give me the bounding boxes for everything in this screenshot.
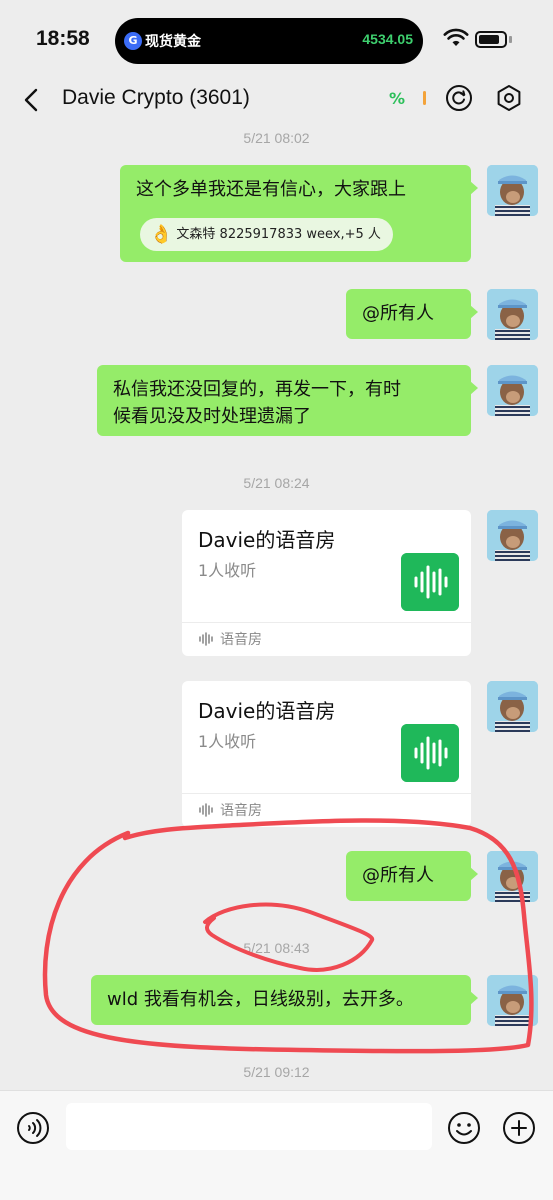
battery-icon (475, 31, 507, 48)
message-bubble[interactable]: wld 我看有机会，日线级别，去开多。 (91, 975, 478, 1025)
orange-indicator (423, 91, 426, 105)
input-bar (0, 1090, 553, 1200)
reaction-chip[interactable]: 👌 文森特 8225917833 weex,+5 人 (140, 218, 393, 251)
avatar[interactable] (487, 851, 538, 902)
wifi-icon (443, 28, 469, 46)
refresh-icon[interactable] (444, 83, 474, 113)
timestamp: 5/21 08:02 (243, 130, 310, 146)
voice-room-card[interactable]: Davie的语音房 1人收听 语音房 (182, 510, 471, 656)
message-text: wld 我看有机会，日线级别，去开多。 (107, 989, 414, 1010)
message-input[interactable] (66, 1103, 432, 1150)
chat-header: Davie Crypto (3601) % (0, 74, 553, 126)
ok-hand-icon: 👌 (150, 224, 173, 245)
card-divider (182, 793, 471, 794)
emoji-icon[interactable] (447, 1111, 481, 1145)
avatar[interactable] (487, 365, 538, 416)
voice-small-icon (199, 803, 213, 817)
ape-avatar-icon (487, 289, 538, 340)
timestamp: 5/21 08:43 (243, 940, 310, 956)
status-time: 18:58 (36, 27, 90, 50)
voice-room-card[interactable]: Davie的语音房 1人收听 语音房 (182, 681, 471, 827)
timestamp: 5/21 09:12 (243, 1064, 310, 1080)
listener-count: 1人收听 (198, 561, 257, 580)
ape-avatar-icon (487, 975, 538, 1026)
plus-icon[interactable] (502, 1111, 536, 1145)
ape-avatar-icon (487, 681, 538, 732)
avatar[interactable] (487, 165, 538, 216)
message-text: @所有人 (362, 303, 434, 324)
ape-avatar-icon (487, 851, 538, 902)
message-text-line: 私信我还没回复的，再发一下，有时 (113, 379, 401, 400)
status-bar: 18:58 G 现货黄金 4534.05 (0, 0, 553, 80)
avatar[interactable] (487, 289, 538, 340)
message-text: @所有人 (362, 865, 434, 886)
back-arrow-icon[interactable] (20, 86, 44, 114)
voice-wave-icon (401, 553, 459, 611)
message-text-line: 候看见没及时处理遗漏了 (113, 406, 311, 427)
timestamp: 5/21 08:24 (243, 475, 310, 491)
card-source-label: 语音房 (220, 803, 262, 819)
voice-room-title: Davie的语音房 (198, 699, 336, 723)
voice-room-title: Davie的语音房 (198, 528, 336, 552)
listener-count: 1人收听 (198, 732, 257, 751)
gold-app-icon: G (124, 32, 142, 50)
message-bubble[interactable]: @所有人 (346, 851, 478, 901)
avatar[interactable] (487, 975, 538, 1026)
ape-avatar-icon (487, 165, 538, 216)
ticker-price: 4534.05 (362, 31, 413, 47)
voice-wave-icon (401, 724, 459, 782)
card-source-label: 语音房 (220, 632, 262, 648)
message-text: 这个多单我还是有信心，大家跟上 (136, 179, 406, 200)
battery-cap (509, 36, 512, 43)
reaction-text: 文森特 8225917833 weex,+5 人 (176, 227, 381, 242)
settings-icon[interactable] (494, 83, 524, 113)
ape-avatar-icon (487, 510, 538, 561)
message-bubble[interactable]: @所有人 (346, 289, 478, 339)
card-divider (182, 622, 471, 623)
message-bubble[interactable]: 私信我还没回复的，再发一下，有时 候看见没及时处理遗漏了 (97, 365, 478, 436)
avatar[interactable] (487, 510, 538, 561)
dynamic-island[interactable]: G 现货黄金 4534.05 (115, 18, 423, 64)
voice-input-icon[interactable] (16, 1111, 50, 1145)
chat-title: Davie Crypto (3601) (62, 86, 250, 109)
avatar[interactable] (487, 681, 538, 732)
ape-avatar-icon (487, 365, 538, 416)
voice-small-icon (199, 632, 213, 646)
ticker-name: 现货黄金 (145, 34, 201, 50)
percent-indicator: % (389, 89, 406, 108)
